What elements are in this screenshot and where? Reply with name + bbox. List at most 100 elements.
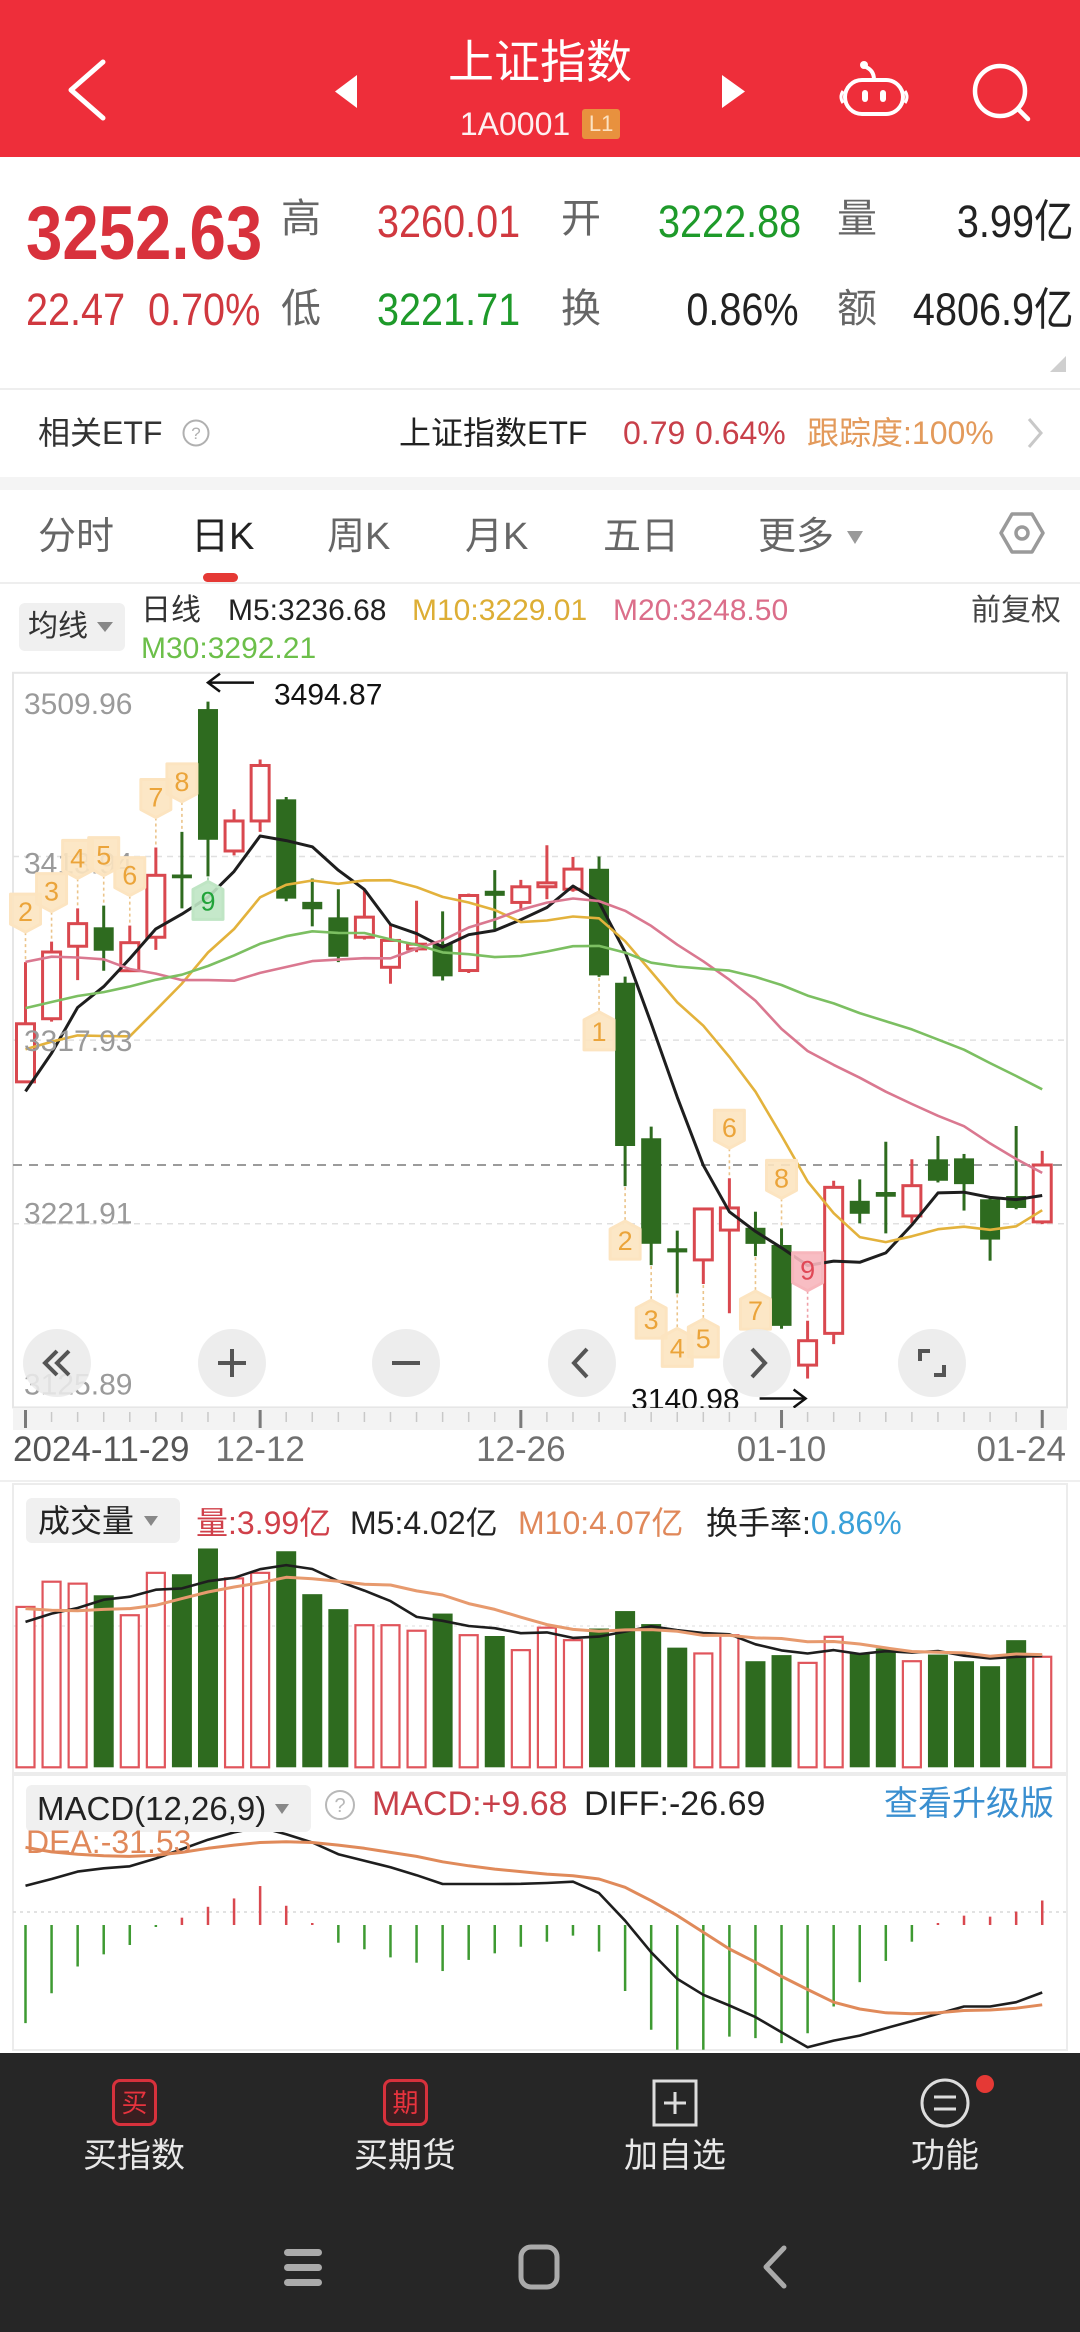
high-value: 3260.01 (377, 196, 521, 247)
volume-bar-up (562, 1639, 584, 1769)
home-button[interactable] (510, 2240, 568, 2294)
turnover-value: 0.86% (686, 284, 799, 335)
adjust-mode-button[interactable]: 前复权 (971, 596, 1061, 626)
scroll-right-button[interactable] (723, 1329, 791, 1397)
candle-body (692, 1207, 714, 1262)
candle-body (223, 819, 245, 853)
buy-index-button[interactable]: 买 买指数 (34, 2072, 234, 2182)
zoom-in-button[interactable] (198, 1329, 266, 1397)
tab-daily-k[interactable]: 日K (191, 517, 254, 557)
candle-down (615, 976, 636, 1187)
notification-dot (976, 2075, 994, 2093)
upgrade-link[interactable]: 查看升级版 (884, 1787, 1054, 1821)
chart-settings-button[interactable] (998, 510, 1046, 556)
candle-down (927, 1135, 948, 1183)
sequence-label: 8 (165, 762, 199, 831)
recents-button[interactable] (274, 2240, 332, 2294)
buy-futures-button[interactable]: 期 买期货 (305, 2072, 505, 2182)
page-title: 上证指数 (448, 36, 632, 88)
candle-down (302, 878, 323, 927)
fullscreen-button[interactable] (898, 1329, 966, 1397)
svg-text:?: ? (191, 424, 200, 443)
volume-bar-up (406, 1629, 427, 1769)
search-icon (972, 63, 1031, 122)
sequence-count: 8 (774, 1163, 789, 1193)
x-axis-label: 12-12 (215, 1430, 305, 1469)
next-index-button[interactable] (718, 70, 750, 113)
price-annotations: 3494.873140.98 (205, 672, 808, 1417)
volume-bar-down (927, 1654, 948, 1768)
candle-down (1006, 1126, 1027, 1210)
related-etf-label: 相关ETF (38, 415, 163, 451)
candle-body (901, 1184, 923, 1218)
tab-weekly-k[interactable]: 周K (327, 517, 390, 557)
volume-bar-down (484, 1636, 505, 1768)
candle-down (875, 1141, 896, 1234)
double-chevron-left-icon (42, 1349, 71, 1377)
candle-body (875, 1192, 896, 1197)
buy-futures-icon-glyph: 期 (392, 2087, 419, 2118)
candle-body (980, 1199, 1001, 1240)
candle-body (328, 917, 349, 957)
indicator-select[interactable]: 均线 (19, 603, 125, 651)
macd-help-button[interactable]: ? (324, 1789, 356, 1821)
volume-ma5-legend: M5:4.02亿 (350, 1505, 498, 1541)
search-button[interactable] (962, 54, 1038, 130)
volume-label: 量 (837, 197, 877, 241)
x-axis-label: 01-24 (976, 1430, 1066, 1469)
tab-intraday[interactable]: 分时 (38, 517, 114, 557)
price-change: 22.47 (26, 284, 126, 335)
volume-bar-up (119, 1614, 140, 1769)
triangle-right-icon (722, 75, 745, 108)
ma30-legend: M30:3292.21 (141, 632, 317, 665)
etf-price: 0.79 (623, 415, 686, 451)
volume-bar-down (432, 1613, 453, 1768)
scroll-left-button[interactable] (548, 1329, 616, 1397)
etf-name: 上证指数ETF (399, 415, 588, 451)
sequence-count: 7 (148, 783, 163, 813)
candle-body (849, 1200, 870, 1214)
etf-help-button[interactable]: ? (182, 419, 210, 447)
tab-monthly-k[interactable]: 月K (465, 517, 528, 557)
zoom-out-button[interactable] (372, 1329, 440, 1397)
volume-bar-down (745, 1661, 766, 1768)
sequence-label: 8 (765, 1158, 799, 1228)
buy-index-icon-glyph: 买 (121, 2087, 148, 2118)
candle-body (797, 1339, 819, 1367)
x-axis-label: 12-26 (476, 1430, 566, 1469)
buy-index-label: 买指数 (83, 2137, 185, 2175)
caret-down-icon (97, 622, 113, 632)
sequence-count: 9 (800, 1256, 815, 1286)
period-label: 日线 (141, 594, 201, 627)
sequence-label: 2 (608, 1187, 642, 1261)
amount-value: 4806.9亿 (913, 284, 1074, 335)
tab-more[interactable]: 更多 (758, 517, 834, 557)
turnover-label: 换 (561, 287, 601, 331)
caret-down-icon (144, 1515, 159, 1526)
dea-value-legend: DEA:-31.53 (26, 1824, 192, 1860)
candle-body (67, 922, 89, 948)
system-back-button[interactable] (746, 2240, 804, 2294)
macd-value-legend: MACD:+9.68 (372, 1785, 568, 1823)
volume-bar-up (823, 1635, 844, 1769)
volume-bar-up (354, 1624, 375, 1769)
jump-to-start-button[interactable] (23, 1329, 91, 1397)
candle-body (432, 943, 453, 977)
volume-legend: 量:3.99亿 (196, 1505, 332, 1541)
expand-quote-button[interactable] (1050, 356, 1066, 372)
candle-up (379, 924, 401, 984)
chevron-right-icon (1027, 418, 1043, 448)
sequence-count: 2 (618, 1226, 633, 1256)
volume-indicator-select[interactable]: 成交量 (26, 1498, 180, 1543)
volume-bar-down (171, 1574, 192, 1768)
x-axis-band (13, 1408, 1067, 1430)
functions-button[interactable]: 功能 (845, 2072, 1045, 2182)
etf-tracking: 跟踪度:100% (807, 415, 994, 451)
candle-down (328, 889, 349, 963)
candle-down (849, 1179, 870, 1224)
add-watchlist-button[interactable]: 加自选 (575, 2072, 775, 2182)
assistant-button[interactable] (836, 56, 912, 132)
tab-five-day[interactable]: 五日 (603, 517, 679, 557)
y-axis-label: 3509.96 (24, 688, 132, 721)
active-tab-indicator (203, 573, 238, 582)
